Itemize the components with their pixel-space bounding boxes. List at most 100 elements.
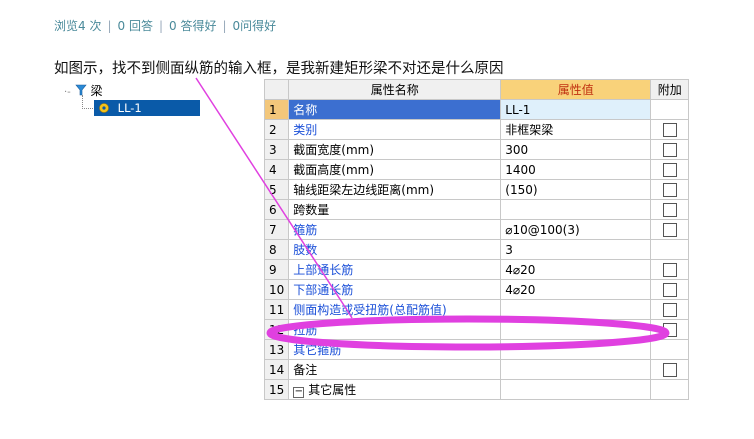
attach-cell — [650, 239, 690, 260]
row-number: 4 — [263, 159, 290, 180]
property-value[interactable]: 4⌀20 — [500, 279, 652, 300]
table-row[interactable]: 12 拉筋 — [263, 319, 690, 340]
row-number: 10 — [263, 279, 290, 300]
property-name-text: 下部通长筋 — [293, 283, 354, 297]
table-row[interactable]: 2 类别 非框架梁 — [263, 119, 690, 140]
property-name-text: 截面高度(mm) — [293, 163, 375, 177]
property-name-text: 备注 — [293, 363, 318, 377]
table-row[interactable]: 15− 其它属性 — [263, 379, 690, 400]
attach-checkbox[interactable] — [662, 262, 677, 277]
row-number: 1 — [263, 99, 290, 120]
attach-header: 附加 — [650, 79, 690, 100]
row-number: 8 — [263, 239, 290, 260]
property-name-text: 其它箍筋 — [293, 343, 342, 357]
table-row[interactable]: 14 备注 — [263, 359, 690, 380]
property-value[interactable] — [500, 319, 652, 340]
property-name: − 其它属性 — [288, 379, 502, 400]
table-row[interactable]: 3 截面宽度(mm) 300 — [263, 139, 690, 160]
row-number: 7 — [263, 219, 290, 240]
attach-cell — [650, 299, 690, 320]
property-value[interactable]: ⌀10@100(3) — [500, 219, 652, 240]
table-row[interactable]: 9 上部通长筋 4⌀20 — [263, 259, 690, 280]
property-name-text: 侧面构造或受扭筋(总配筋值) — [293, 303, 447, 317]
row-number: 9 — [263, 259, 290, 280]
property-value-header: 属性值 — [500, 79, 652, 100]
property-value[interactable]: 3 — [500, 239, 652, 260]
property-name-text: 跨数量 — [293, 203, 330, 217]
table-row[interactable]: 8 肢数 3 — [263, 239, 690, 260]
attach-cell — [650, 99, 690, 120]
table-row[interactable]: 13 其它箍筋 — [263, 339, 690, 360]
property-value[interactable]: 1400 — [500, 159, 652, 180]
row-number: 15 — [263, 379, 290, 400]
table-row[interactable]: 7 箍筋 ⌀10@100(3) — [263, 219, 690, 240]
attach-checkbox[interactable] — [662, 182, 677, 197]
answer-count[interactable]: 0 回答 — [118, 19, 153, 33]
property-name-text: 箍筋 — [293, 223, 318, 237]
property-value[interactable]: 非框架梁 — [500, 119, 652, 140]
attach-checkbox[interactable] — [662, 282, 677, 297]
property-name: 箍筋 — [288, 219, 502, 240]
tree-expander[interactable]: ·- — [64, 87, 71, 98]
property-name: 拉筋 — [288, 319, 502, 340]
property-name: 跨数量 — [288, 199, 502, 220]
tree-node-ll1[interactable]: LL-1 — [94, 100, 200, 116]
attach-checkbox[interactable] — [662, 162, 677, 177]
property-name-text: 名称 — [293, 103, 318, 117]
table-row[interactable]: 10 下部通长筋 4⌀20 — [263, 279, 690, 300]
property-name-header: 属性名称 — [288, 79, 502, 100]
property-name-text: 轴线距梁左边线距离(mm) — [293, 183, 435, 197]
table-row[interactable]: 4 截面高度(mm) 1400 — [263, 159, 690, 180]
property-value[interactable] — [500, 339, 652, 360]
attach-cell — [650, 319, 690, 340]
attach-checkbox[interactable] — [662, 322, 677, 337]
property-value[interactable] — [500, 379, 652, 400]
property-value[interactable]: LL-1 — [500, 99, 652, 120]
attach-cell — [650, 139, 690, 160]
attach-checkbox[interactable] — [662, 202, 677, 217]
row-number: 5 — [263, 179, 290, 200]
property-name: 下部通长筋 — [288, 279, 502, 300]
property-value[interactable]: 300 — [500, 139, 652, 160]
property-name-text: 截面宽度(mm) — [293, 143, 375, 157]
table-row[interactable]: 11 侧面构造或受扭筋(总配筋值) — [263, 299, 690, 320]
question-stats: 浏览4 次 | 0 回答 | 0 答得好 | 0问得好 — [54, 19, 277, 33]
collapse-icon[interactable]: − — [293, 387, 305, 398]
property-value[interactable] — [500, 199, 652, 220]
good-question-count[interactable]: 0问得好 — [233, 19, 277, 33]
attach-cell — [650, 339, 690, 360]
attach-checkbox[interactable] — [662, 222, 677, 237]
attach-checkbox[interactable] — [662, 142, 677, 157]
component-tree: ·- 梁 LL-1 — [54, 79, 250, 439]
property-value[interactable] — [500, 299, 652, 320]
property-name: 截面高度(mm) — [288, 159, 502, 180]
table-row[interactable]: 5 轴线距梁左边线距离(mm) (150) — [263, 179, 690, 200]
row-number: 6 — [263, 199, 290, 220]
property-value[interactable] — [500, 359, 652, 380]
attach-checkbox[interactable] — [662, 302, 677, 317]
property-name: 备注 — [288, 359, 502, 380]
attach-checkbox[interactable] — [662, 362, 677, 377]
attach-cell — [650, 259, 690, 280]
property-value[interactable]: (150) — [500, 179, 652, 200]
property-name: 截面宽度(mm) — [288, 139, 502, 160]
attach-checkbox[interactable] — [662, 122, 677, 137]
property-name-text: 肢数 — [293, 243, 318, 257]
attach-cell — [650, 379, 690, 400]
property-value[interactable]: 4⌀20 — [500, 259, 652, 280]
property-name: 侧面构造或受扭筋(总配筋值) — [288, 299, 502, 320]
attach-cell — [650, 359, 690, 380]
property-name-text: 上部通长筋 — [293, 263, 354, 277]
question-text: 如图示，找不到侧面纵筋的输入框，是我新建矩形梁不对还是什么原因 — [54, 61, 504, 77]
property-name-text: 拉筋 — [293, 323, 318, 337]
property-name: 轴线距梁左边线距离(mm) — [288, 179, 502, 200]
attach-cell — [650, 179, 690, 200]
table-row[interactable]: 1 名称 LL-1 — [263, 99, 690, 120]
row-number: 14 — [263, 359, 290, 380]
attach-cell — [650, 159, 690, 180]
tree-node-label: LL-1 — [117, 101, 142, 115]
property-grid: 属性名称 属性值 附加 1 名称 LL-1 2 类别 非框架梁 3 截面宽度(mm) 300 4 截… — [263, 79, 690, 400]
property-name-text: 类别 — [293, 123, 318, 137]
table-row[interactable]: 6 跨数量 — [263, 199, 690, 220]
row-number: 12 — [263, 319, 290, 340]
